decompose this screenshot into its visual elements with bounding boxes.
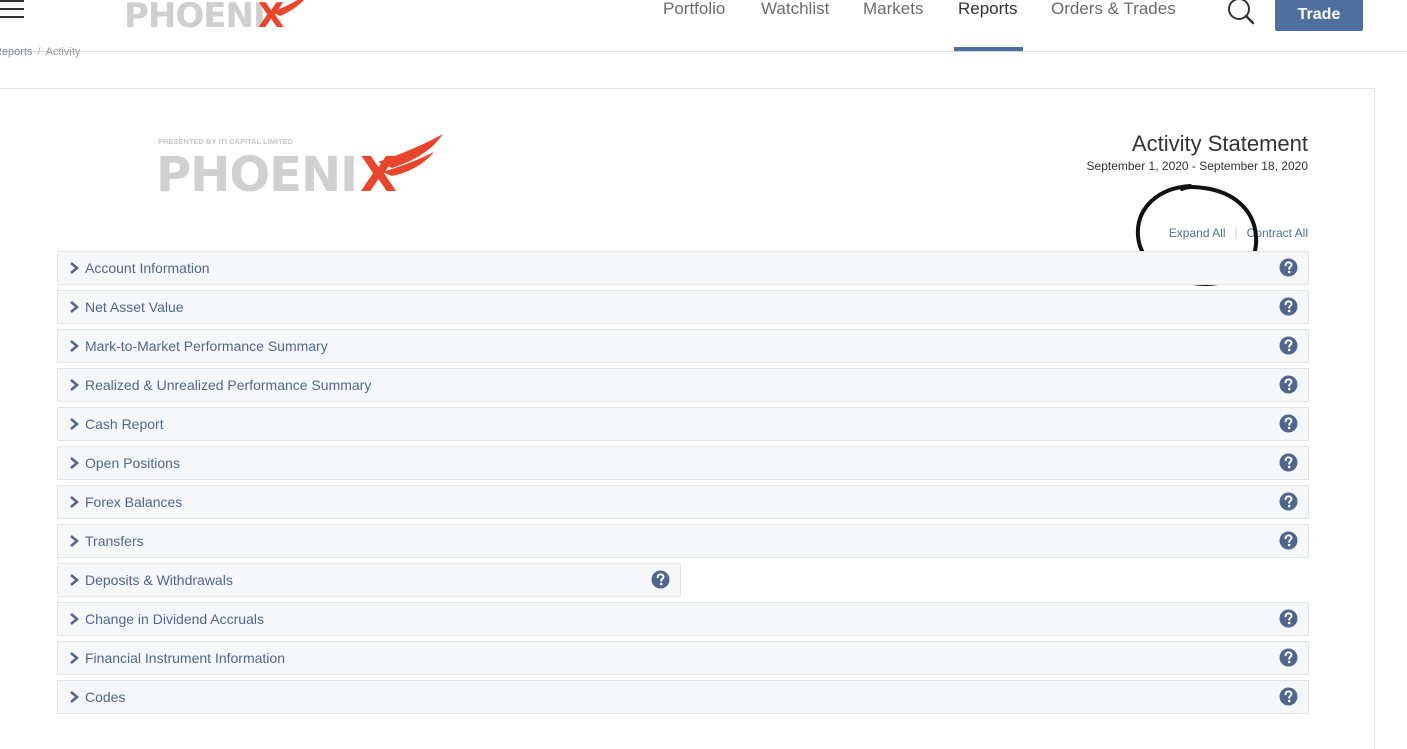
- hamburger-menu-icon[interactable]: [0, 0, 26, 22]
- report-section-label: Account Information: [85, 260, 210, 276]
- report-section-row[interactable]: Net Asset Value: [57, 290, 1309, 324]
- chevron-right-icon: [70, 496, 79, 508]
- report-section-label: Open Positions: [85, 455, 180, 471]
- help-question-icon[interactable]: [1279, 258, 1298, 277]
- help-question-icon[interactable]: [1279, 414, 1298, 433]
- help-question-icon[interactable]: [1279, 648, 1298, 667]
- report-section-label: Transfers: [85, 533, 144, 549]
- help-question-icon[interactable]: [1279, 297, 1298, 316]
- report-section-row[interactable]: Mark-to-Market Performance Summary: [57, 329, 1309, 363]
- statement-title: Activity Statement: [1131, 131, 1308, 156]
- chevron-right-icon: [70, 457, 79, 469]
- report-section-row[interactable]: Change in Dividend Accruals: [57, 602, 1309, 636]
- nav-item-watchlist[interactable]: Watchlist: [761, 0, 829, 51]
- phoenix-statement-logo: PRESENTED BY ITI CAPITAL LIMITED PHOENI …: [156, 134, 443, 196]
- logo-text-gray: PHOENI: [124, 0, 265, 32]
- report-section-row[interactable]: Cash Report: [57, 407, 1309, 441]
- chevron-right-icon: [70, 691, 79, 703]
- chevron-right-icon: [70, 613, 79, 625]
- trade-button[interactable]: Trade: [1275, 0, 1363, 31]
- help-question-icon[interactable]: [1279, 375, 1298, 394]
- nav-item-orders-trades[interactable]: Orders & Trades: [1051, 0, 1176, 51]
- report-section-label: Mark-to-Market Performance Summary: [85, 338, 328, 354]
- report-section-label: Codes: [85, 689, 126, 705]
- chevron-right-icon: [70, 652, 79, 664]
- report-section-row[interactable]: Realized & Unrealized Performance Summar…: [57, 368, 1309, 402]
- report-section-label: Change in Dividend Accruals: [85, 611, 264, 627]
- report-section-row[interactable]: Account Information: [57, 251, 1309, 285]
- chevron-right-icon: [70, 535, 79, 547]
- report-section-label: Realized & Unrealized Performance Summar…: [85, 377, 372, 393]
- nav-item-portfolio[interactable]: Portfolio: [663, 0, 725, 51]
- contract-all-link[interactable]: Contract All: [1247, 226, 1308, 240]
- report-section-label: Deposits & Withdrawals: [85, 572, 233, 588]
- phoenix-logo[interactable]: PHOENI X: [122, 0, 322, 32]
- logo-text-red: X: [258, 0, 284, 32]
- breadcrumb-separator: /: [37, 46, 41, 58]
- chevron-right-icon: [70, 262, 79, 274]
- report-section-label: Forex Balances: [85, 494, 183, 510]
- expand-all-link[interactable]: Expand All: [1169, 226, 1226, 240]
- help-question-icon[interactable]: [1279, 453, 1298, 472]
- report-section-row[interactable]: Transfers: [57, 524, 1309, 558]
- report-section-row[interactable]: Forex Balances: [57, 485, 1309, 519]
- expand-controls-separator: |: [1234, 226, 1238, 240]
- nav-item-markets[interactable]: Markets: [863, 0, 923, 51]
- report-section-row[interactable]: Deposits & Withdrawals: [57, 563, 681, 597]
- search-icon[interactable]: [1226, 0, 1256, 26]
- report-section-row[interactable]: Open Positions: [57, 446, 1309, 480]
- help-question-icon[interactable]: [1279, 492, 1298, 511]
- top-navigation-bar: PHOENI X Portfolio Watchlist Markets Rep…: [0, 0, 1407, 52]
- nav-item-reports[interactable]: Reports: [958, 0, 1018, 51]
- report-section-label: Cash Report: [85, 416, 164, 432]
- help-question-icon[interactable]: [1279, 609, 1298, 628]
- statement-logo-text-gray: PHOENI: [156, 147, 357, 196]
- help-question-icon[interactable]: [1279, 687, 1298, 706]
- statement-period: September 1, 2020 - September 18, 2020: [1086, 159, 1308, 173]
- chevron-right-icon: [70, 379, 79, 391]
- report-section-row[interactable]: Codes: [57, 680, 1309, 714]
- chevron-right-icon: [70, 301, 79, 313]
- help-question-icon[interactable]: [1279, 336, 1298, 355]
- help-question-icon[interactable]: [651, 570, 670, 589]
- breadcrumb-reports-link[interactable]: Reports: [0, 46, 33, 58]
- expand-controls: Expand All | Contract All: [1169, 226, 1308, 240]
- breadcrumb: Reports / Activity: [0, 46, 80, 58]
- chevron-right-icon: [70, 418, 79, 430]
- report-section-row[interactable]: Financial Instrument Information: [57, 641, 1309, 675]
- presented-by-text: PRESENTED BY ITI CAPITAL LIMITED: [158, 137, 294, 146]
- help-question-icon[interactable]: [1279, 531, 1298, 550]
- report-section-label: Financial Instrument Information: [85, 650, 285, 666]
- chevron-right-icon: [70, 574, 79, 586]
- chevron-right-icon: [70, 340, 79, 352]
- breadcrumb-current: Activity: [45, 46, 81, 58]
- active-tab-indicator: [954, 47, 1023, 51]
- report-section-label: Net Asset Value: [85, 299, 184, 315]
